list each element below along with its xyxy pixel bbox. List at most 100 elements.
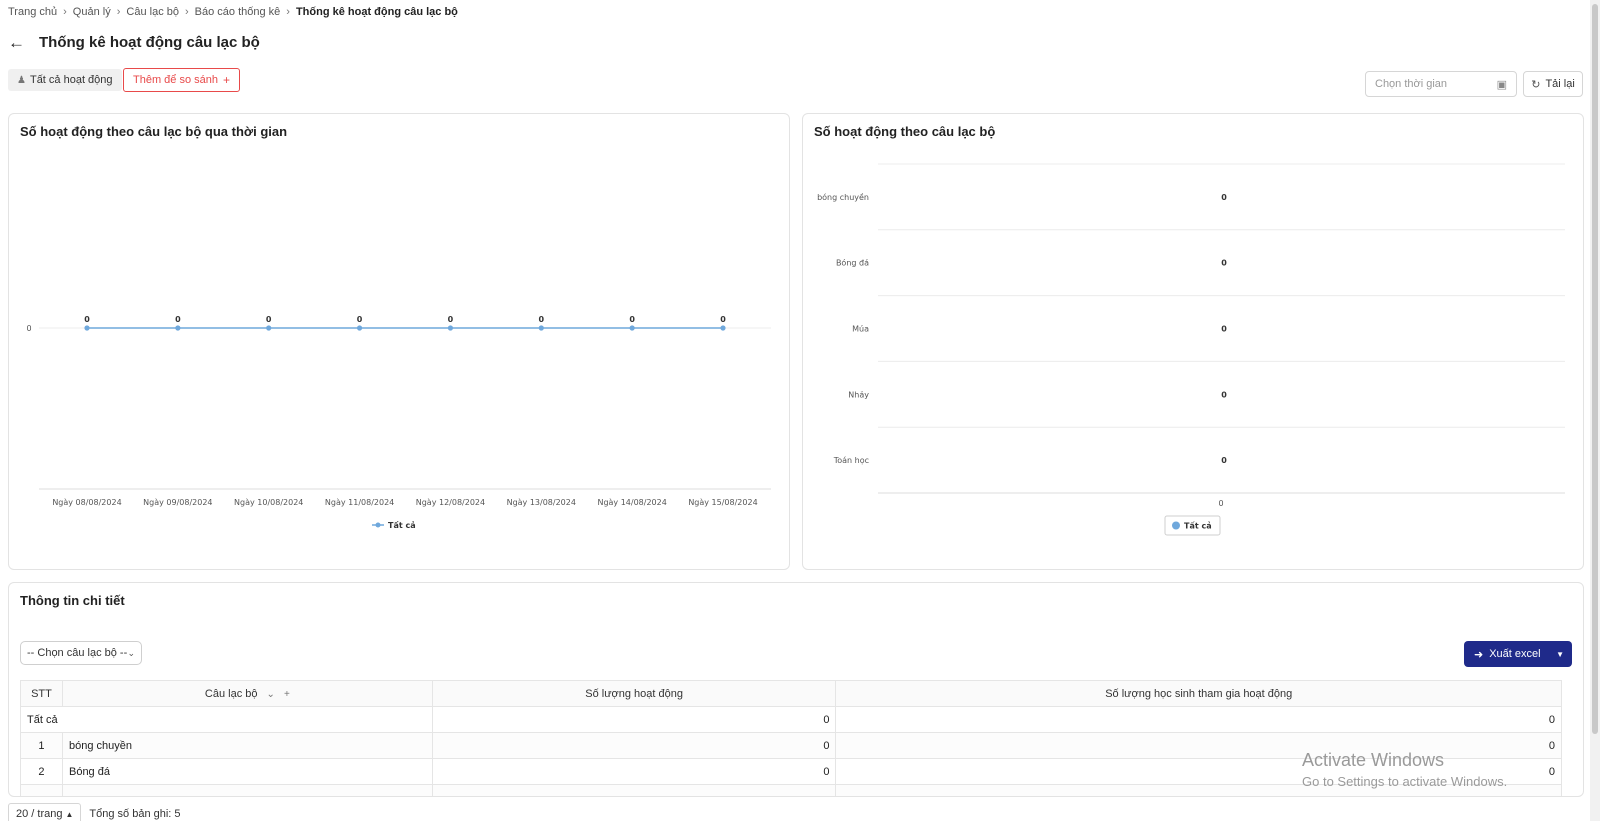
chevron-right-icon: ›	[116, 6, 121, 18]
y-tick-label: Bóng đá	[836, 258, 869, 268]
data-label: 0	[1221, 259, 1227, 268]
column-header-club[interactable]: Câu lạc bộ ⌄ +	[61, 680, 433, 707]
breadcrumb-reports[interactable]: Báo cáo thống kê	[195, 6, 281, 18]
table-row-total: Tất cả 0 0	[20, 706, 1562, 733]
date-picker-input[interactable]: Chọn thời gian ▣	[1365, 71, 1517, 97]
export-excel-button[interactable]: ➜ Xuất excel ▼	[1464, 641, 1572, 667]
data-label: 0	[720, 315, 726, 324]
caret-up-icon: ▲	[65, 809, 74, 819]
arrow-left-icon[interactable]: ←	[8, 34, 25, 51]
y-tick-label: Múa	[852, 325, 869, 334]
page-title: Thống kê hoạt động câu lạc bộ	[39, 34, 260, 51]
chevron-right-icon: ›	[286, 6, 290, 18]
export-excel-label: Xuất excel	[1489, 648, 1541, 660]
legend-label: Tất cả	[388, 520, 416, 530]
add-compare-button[interactable]: Thêm để so sánh +	[123, 68, 241, 92]
reload-button[interactable]: ↻ Tải lại	[1523, 71, 1583, 97]
data-label: 0	[1221, 390, 1227, 399]
chevron-down-icon: ⌄	[127, 647, 135, 658]
page-size-select[interactable]: 20 / trang ▲	[8, 803, 82, 821]
data-point	[266, 325, 272, 331]
y-tick-label: Toán học	[833, 456, 869, 465]
data-point	[720, 325, 726, 331]
total-activities: 0	[431, 706, 837, 733]
x-tick-label: Ngày 12/08/2024	[416, 498, 485, 507]
scrollbar-thumb[interactable]	[1592, 4, 1598, 734]
line-chart-card: 0 0 Ngày 08/08/2024 0 Ngày 09/08/2024 0 Ngày 1…	[8, 113, 790, 570]
row-stt: 2	[20, 758, 63, 785]
data-label: 0	[357, 315, 363, 324]
x-tick-label: Ngày 15/08/2024	[688, 498, 757, 507]
page-scrollbar[interactable]	[1590, 0, 1600, 821]
data-label: 0	[175, 315, 181, 324]
data-point	[538, 325, 544, 331]
export-icon: ➜	[1474, 648, 1484, 661]
y-tick-label: 0	[26, 324, 31, 333]
breadcrumb-manage[interactable]: Quản lý	[73, 6, 111, 18]
bar-chart: bóng chuyền 0 Bóng đá 0 Múa 0 Nhảy 0 Toán học 0 0 T…	[817, 163, 1565, 536]
windows-watermark: Activate Windows Go to Settings to activ…	[1302, 750, 1507, 789]
data-label: 0	[448, 315, 454, 324]
x-tick-label: Ngày 14/08/2024	[597, 498, 666, 507]
club-select-value: -- Chọn câu lạc bộ --	[27, 647, 128, 659]
title-row: ← Thống kê hoạt động câu lạc bộ	[8, 34, 260, 51]
data-label: 0	[538, 315, 544, 324]
caret-down-icon[interactable]: ▼	[1556, 650, 1564, 659]
x-tick-label: Ngày 08/08/2024	[52, 498, 121, 507]
data-point	[447, 325, 454, 331]
data-label: 0	[84, 315, 90, 324]
column-header-activities: Số lượng hoạt động	[431, 680, 837, 707]
data-point	[175, 325, 181, 331]
data-label: 0	[1221, 193, 1227, 202]
total-label: Tất cả	[20, 706, 433, 733]
data-label: 0	[266, 315, 272, 324]
legend-marker	[375, 522, 381, 528]
data-label: 0	[1221, 456, 1227, 465]
column-header-club-label: Câu lạc bộ	[204, 687, 258, 700]
chevron-down-icon[interactable]: ⌄	[267, 689, 275, 700]
line-chart-title: Số hoạt động theo câu lạc bộ qua thời gi…	[20, 124, 288, 139]
row-club: Bóng đá	[61, 758, 433, 785]
data-point	[629, 325, 635, 331]
reload-icon: ↻	[1531, 78, 1541, 91]
legend-label: Tất cả	[1184, 521, 1212, 531]
add-compare-label: Thêm để so sánh	[133, 74, 218, 86]
x-tick-label: Ngày 11/08/2024	[325, 498, 394, 507]
y-tick-label: Nhảy	[848, 389, 869, 399]
chevron-right-icon: ›	[184, 6, 189, 18]
row-activities: 0	[431, 732, 837, 759]
club-select[interactable]: -- Chọn câu lạc bộ -- ⌄	[20, 641, 142, 665]
x-tick-label: Ngày 09/08/2024	[143, 498, 212, 507]
data-label: 0	[629, 315, 635, 324]
bar-chart-title: Số hoạt động theo câu lạc bộ	[814, 124, 996, 139]
data-label: 0	[1221, 325, 1227, 334]
x-tick-label: Ngày 13/08/2024	[507, 498, 576, 507]
column-header-students: Số lượng học sinh tham gia hoạt động	[835, 680, 1562, 707]
all-activities-tag[interactable]: ♟ Tất cả hoạt động	[8, 69, 122, 91]
detail-title: Thông tin chi tiết	[20, 593, 125, 608]
all-activities-label: Tất cả hoạt động	[29, 74, 113, 86]
watermark-line1: Activate Windows	[1302, 750, 1445, 770]
legend: Tất cả	[1164, 515, 1221, 536]
legend-marker	[1172, 521, 1180, 530]
breadcrumb-home[interactable]: Trang chủ	[8, 6, 57, 18]
date-picker-placeholder: Chọn thời gian	[1375, 78, 1448, 90]
plus-icon: +	[223, 73, 231, 87]
pagination: 20 / trang ▲ Tổng số bản ghi: 5	[8, 803, 181, 821]
breadcrumb: Trang chủ › Quản lý › Câu lạc bộ › Báo c…	[8, 6, 458, 18]
breadcrumb-clubs[interactable]: Câu lạc bộ	[126, 6, 179, 18]
reload-label: Tải lại	[1545, 78, 1575, 90]
row-activities: 0	[431, 758, 837, 785]
total-students: 0	[835, 706, 1562, 733]
x-tick-label: Ngày 10/08/2024	[234, 498, 303, 507]
row-club: bóng chuyền	[61, 732, 433, 759]
y-tick-label: bóng chuyền	[817, 192, 869, 202]
calendar-icon: ▣	[1496, 78, 1507, 91]
data-point	[84, 325, 90, 331]
page-size-value: 20 / trang	[16, 808, 63, 820]
plus-icon[interactable]: +	[284, 689, 290, 700]
column-header-stt: STT	[20, 680, 63, 707]
total-records: Tổng số bản ghi: 5	[89, 808, 181, 820]
data-point	[356, 325, 363, 331]
row-stt: 1	[20, 732, 63, 759]
